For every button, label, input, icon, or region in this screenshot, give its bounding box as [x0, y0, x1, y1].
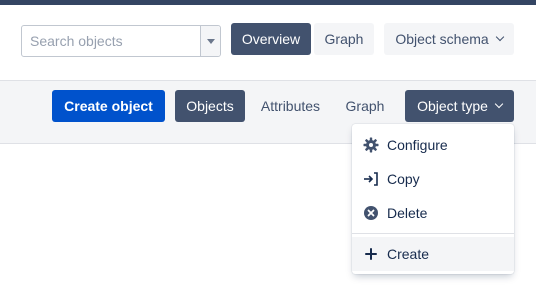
object-schema-label: Object schema — [395, 31, 489, 47]
objects-label: Objects — [186, 98, 234, 114]
delete-icon — [362, 204, 380, 222]
object-type-dropdown[interactable]: Object type — [405, 90, 514, 122]
menu-item-configure[interactable]: Configure — [352, 128, 514, 162]
create-label: Create — [387, 246, 430, 262]
copy-icon — [362, 170, 380, 188]
menu-divider — [352, 233, 514, 234]
object-type-label: Object type — [417, 98, 488, 114]
chevron-down-icon — [495, 32, 504, 42]
gear-icon — [362, 136, 380, 154]
chevron-down-icon — [494, 99, 504, 109]
search-dropdown-toggle[interactable] — [200, 26, 220, 56]
search-input[interactable] — [22, 26, 200, 56]
graph-label: Graph — [324, 31, 364, 47]
create-object-button[interactable]: Create object — [52, 90, 165, 122]
overview-tab[interactable]: Overview — [231, 23, 311, 55]
attributes-label: Attributes — [260, 98, 321, 114]
create-object-label: Create object — [64, 98, 153, 114]
graph-tab[interactable]: Graph — [314, 23, 374, 55]
plus-icon — [362, 245, 380, 263]
delete-label: Delete — [387, 205, 428, 221]
graph-toolbar-label: Graph — [345, 98, 385, 114]
object-schema-dropdown[interactable]: Object schema — [384, 23, 514, 55]
object-type-menu: Configure Copy Delete Create — [352, 124, 514, 274]
graph-toolbar-tab[interactable]: Graph — [338, 90, 392, 122]
search-field[interactable] — [21, 25, 221, 57]
menu-item-copy[interactable]: Copy — [352, 162, 514, 196]
overview-label: Overview — [241, 31, 301, 47]
caret-down-icon — [206, 38, 215, 44]
copy-label: Copy — [387, 171, 420, 187]
header-row: Overview Graph Object schema — [0, 5, 536, 80]
menu-item-create[interactable]: Create — [352, 237, 514, 271]
objects-tab[interactable]: Objects — [175, 90, 245, 122]
configure-label: Configure — [387, 137, 448, 153]
menu-item-delete[interactable]: Delete — [352, 196, 514, 230]
attributes-tab[interactable]: Attributes — [253, 90, 328, 122]
